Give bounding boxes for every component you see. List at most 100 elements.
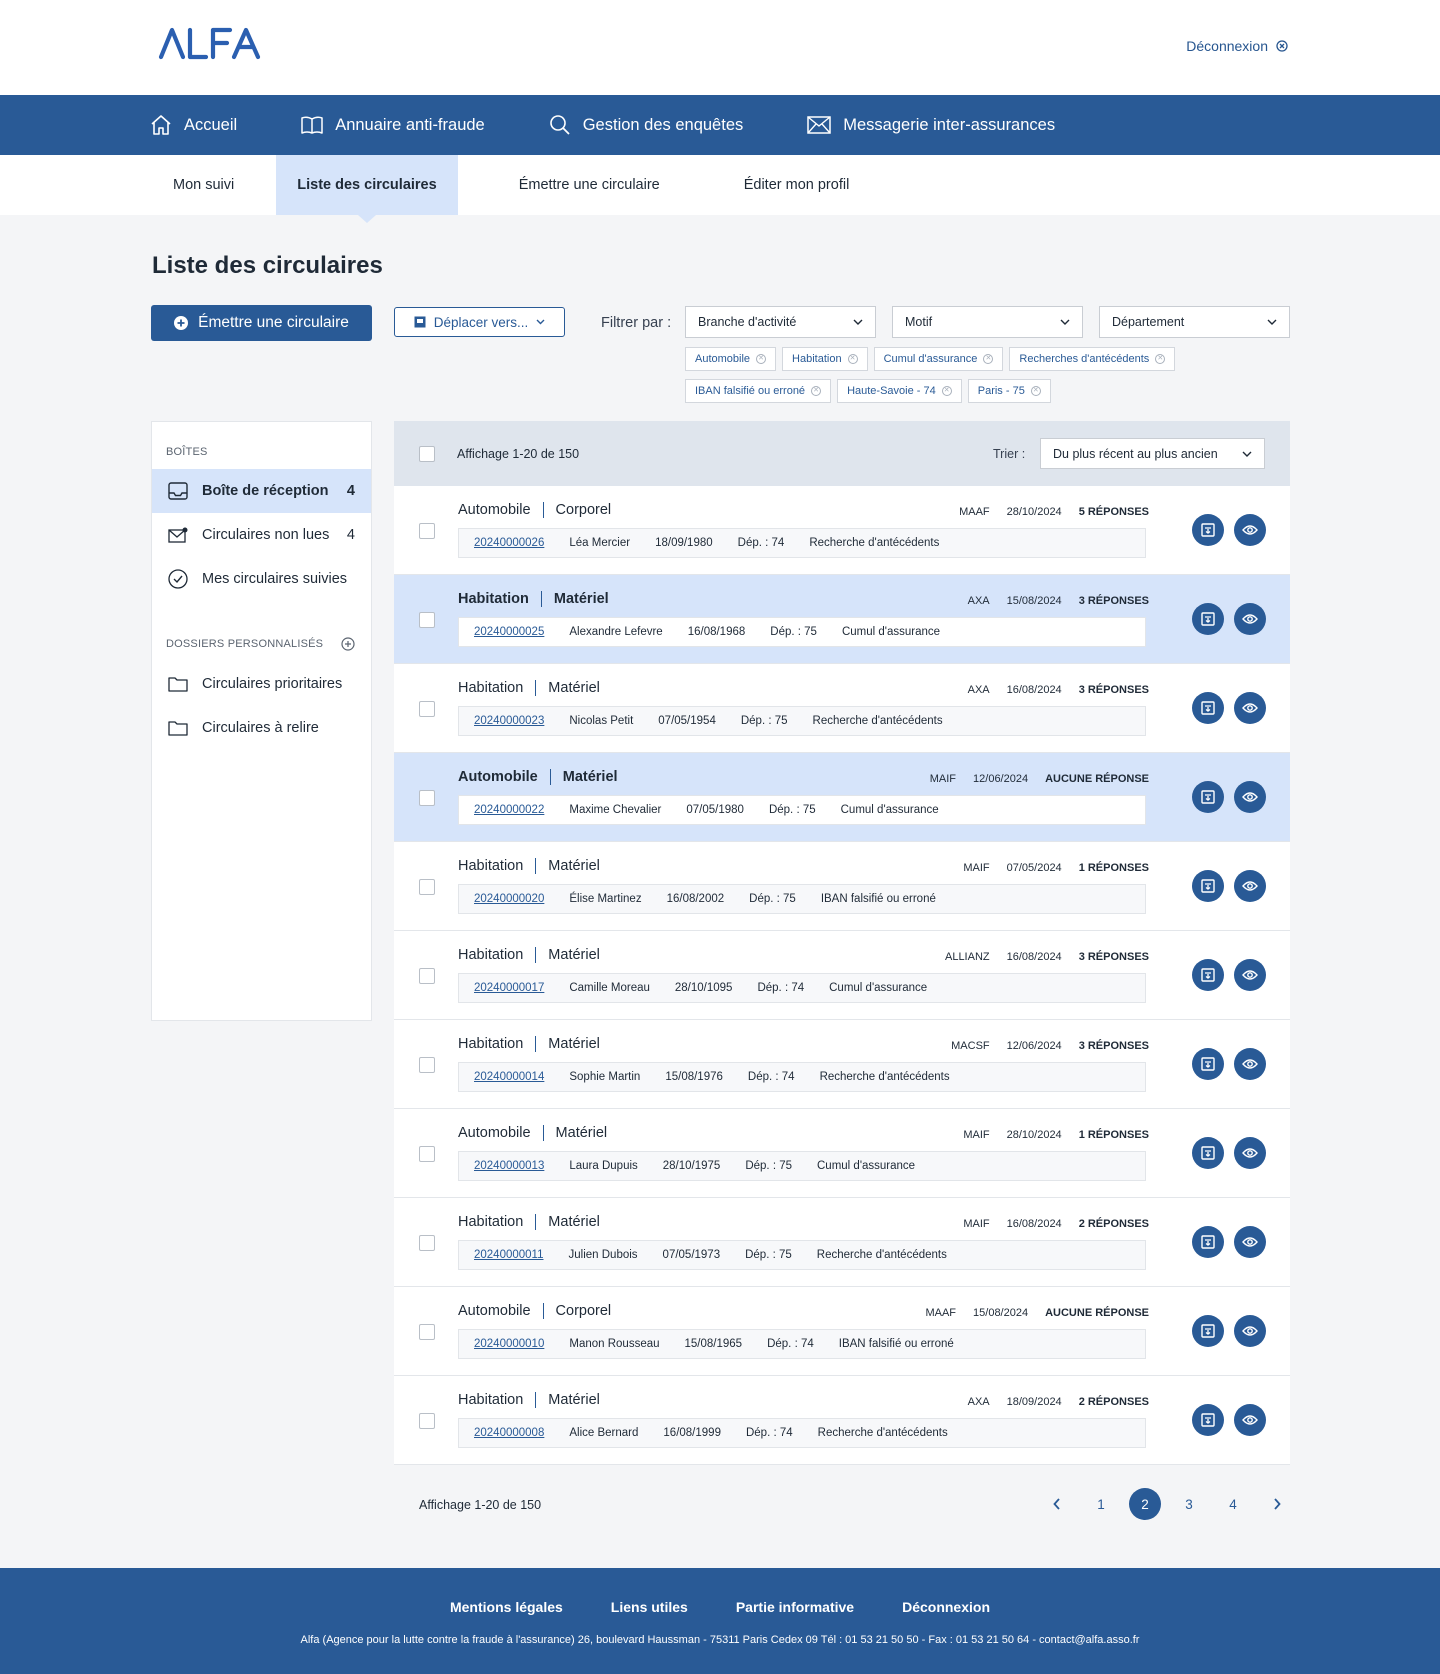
row-checkbox[interactable] (419, 790, 435, 806)
filter-chip[interactable]: Paris - 75 ✕ (967, 379, 1051, 403)
row-checkbox[interactable] (419, 1057, 435, 1073)
filter-chip[interactable]: Recherches d'antécédents ✕ (1009, 347, 1176, 371)
archive-button[interactable] (1192, 1315, 1224, 1347)
next-page-button[interactable] (1261, 1488, 1293, 1520)
row-reference-link[interactable]: 20240000013 (474, 1160, 544, 1172)
archive-button[interactable] (1192, 603, 1224, 635)
emit-circular-button[interactable]: Émettre une circulaire (151, 305, 372, 341)
sidebar-item-inbox[interactable]: Boîte de réception 4 (152, 469, 371, 513)
row-checkbox[interactable] (419, 1324, 435, 1340)
view-button[interactable] (1234, 1137, 1266, 1169)
filter-chip[interactable]: Automobile ✕ (685, 347, 777, 371)
archive-button[interactable] (1192, 781, 1224, 813)
view-button[interactable] (1234, 781, 1266, 813)
page-button[interactable]: 3 (1173, 1488, 1205, 1520)
row-checkbox[interactable] (419, 1235, 435, 1251)
circular-row[interactable]: Habitation Matériel ALLIANZ 16/08/2024 3 RÉP… (394, 931, 1290, 1020)
circular-row[interactable]: Habitation Matériel MAIF 16/08/2024 2 RÉPONS… (394, 1198, 1290, 1287)
footer-link-logout[interactable]: Déconnexion (902, 1599, 990, 1615)
remove-chip-icon[interactable]: ✕ (983, 354, 994, 364)
circular-row[interactable]: Habitation Matériel AXA 15/08/2024 3 RÉPONSE… (394, 575, 1290, 664)
filter-chip[interactable]: Habitation ✕ (782, 347, 868, 371)
move-to-dropdown[interactable]: Déplacer vers... (394, 307, 565, 337)
row-checkbox[interactable] (419, 701, 435, 717)
filter-chip[interactable]: Cumul d'assurance ✕ (873, 347, 1004, 371)
add-folder-icon[interactable] (341, 637, 355, 651)
footer-link-informative[interactable]: Partie informative (736, 1599, 854, 1615)
remove-chip-icon[interactable]: ✕ (1030, 386, 1041, 396)
circular-row[interactable]: Automobile Corporel MAAF 28/10/2024 5 RÉPONS… (394, 486, 1290, 575)
page-button-current[interactable]: 2 (1129, 1488, 1161, 1520)
archive-button[interactable] (1192, 514, 1224, 546)
row-checkbox[interactable] (419, 523, 435, 539)
footer-link-liens[interactable]: Liens utiles (611, 1599, 688, 1615)
remove-chip-icon[interactable]: ✕ (811, 386, 822, 396)
remove-chip-icon[interactable]: ✕ (941, 386, 952, 396)
nav-enquetes[interactable]: Gestion des enquêtes (549, 114, 743, 136)
nav-accueil[interactable]: Accueil (150, 114, 237, 136)
row-reference-link[interactable]: 20240000017 (474, 982, 544, 994)
view-button[interactable] (1234, 870, 1266, 902)
sidebar-item-followed[interactable]: Mes circulaires suivies (152, 557, 371, 601)
remove-chip-icon[interactable]: ✕ (847, 354, 858, 364)
tab-emettre-circulaire[interactable]: Émettre une circulaire (498, 155, 681, 215)
sidebar-folder-a-relire[interactable]: Circulaires à relire (152, 706, 371, 750)
row-reference-link[interactable]: 20240000020 (474, 893, 544, 905)
alfa-logo[interactable] (158, 26, 264, 65)
filter-chip[interactable]: IBAN falsifié ou erroné ✕ (685, 379, 832, 403)
circular-row[interactable]: Habitation Matériel MACSF 12/06/2024 3 RÉPON… (394, 1020, 1290, 1109)
sort-select[interactable]: Du plus récent au plus ancien (1040, 438, 1265, 469)
archive-button[interactable] (1192, 1404, 1224, 1436)
archive-button[interactable] (1192, 1137, 1224, 1169)
row-checkbox[interactable] (419, 1146, 435, 1162)
row-reference-link[interactable]: 20240000022 (474, 804, 544, 816)
footer-link-mentions[interactable]: Mentions légales (450, 1599, 563, 1615)
view-button[interactable] (1234, 1048, 1266, 1080)
filter-branche-select[interactable]: Branche d'activité (685, 306, 876, 338)
circular-row[interactable]: Habitation Matériel AXA 18/09/2024 2 RÉPONSE… (394, 1376, 1290, 1465)
row-reference-link[interactable]: 20240000008 (474, 1427, 544, 1439)
sidebar-item-unread[interactable]: Circulaires non lues 4 (152, 513, 371, 557)
logout-link[interactable]: Déconnexion (1186, 38, 1288, 54)
row-checkbox[interactable] (419, 612, 435, 628)
filter-motif-select[interactable]: Motif (892, 306, 1083, 338)
select-all-checkbox[interactable] (419, 445, 435, 462)
archive-button[interactable] (1192, 692, 1224, 724)
row-reference-link[interactable]: 20240000023 (474, 715, 544, 727)
view-button[interactable] (1234, 1404, 1266, 1436)
page-button[interactable]: 4 (1217, 1488, 1249, 1520)
archive-button[interactable] (1192, 959, 1224, 991)
view-button[interactable] (1234, 1315, 1266, 1347)
view-button[interactable] (1234, 692, 1266, 724)
view-button[interactable] (1234, 603, 1266, 635)
tab-editer-profil[interactable]: Éditer mon profil (723, 155, 871, 215)
circular-row[interactable]: Automobile Matériel MAIF 28/10/2024 1 RÉPONS… (394, 1109, 1290, 1198)
row-checkbox[interactable] (419, 1413, 435, 1429)
remove-chip-icon[interactable]: ✕ (756, 354, 767, 364)
archive-button[interactable] (1192, 1226, 1224, 1258)
row-reference-link[interactable]: 20240000026 (474, 537, 544, 549)
prev-page-button[interactable] (1041, 1488, 1073, 1520)
circular-row[interactable]: Habitation Matériel MAIF 07/05/2024 1 RÉPONS… (394, 842, 1290, 931)
filter-departement-select[interactable]: Département (1099, 306, 1290, 338)
archive-button[interactable] (1192, 870, 1224, 902)
sidebar-folder-prioritaires[interactable]: Circulaires prioritaires (152, 662, 371, 706)
row-reference-link[interactable]: 20240000011 (474, 1249, 544, 1261)
filter-chip[interactable]: Haute-Savoie - 74 ✕ (837, 379, 962, 403)
remove-chip-icon[interactable]: ✕ (1155, 354, 1166, 364)
view-button[interactable] (1234, 959, 1266, 991)
row-checkbox[interactable] (419, 879, 435, 895)
circular-row[interactable]: Automobile Corporel MAAF 15/08/2024 AUCUNE R… (394, 1287, 1290, 1376)
circular-row[interactable]: Habitation Matériel AXA 16/08/2024 3 RÉPONSE… (394, 664, 1290, 753)
row-checkbox[interactable] (419, 968, 435, 984)
row-reference-link[interactable]: 20240000014 (474, 1071, 544, 1083)
view-button[interactable] (1234, 514, 1266, 546)
nav-annuaire[interactable]: Annuaire anti-fraude (301, 115, 485, 135)
page-button[interactable]: 1 (1085, 1488, 1117, 1520)
nav-messagerie[interactable]: Messagerie inter-assurances (807, 116, 1055, 135)
row-reference-link[interactable]: 20240000025 (474, 626, 544, 638)
archive-button[interactable] (1192, 1048, 1224, 1080)
tab-liste-circulaires[interactable]: Liste des circulaires (276, 155, 458, 223)
view-button[interactable] (1234, 1226, 1266, 1258)
circular-row[interactable]: Automobile Matériel MAIF 12/06/2024 AUCUNE R… (394, 753, 1290, 842)
